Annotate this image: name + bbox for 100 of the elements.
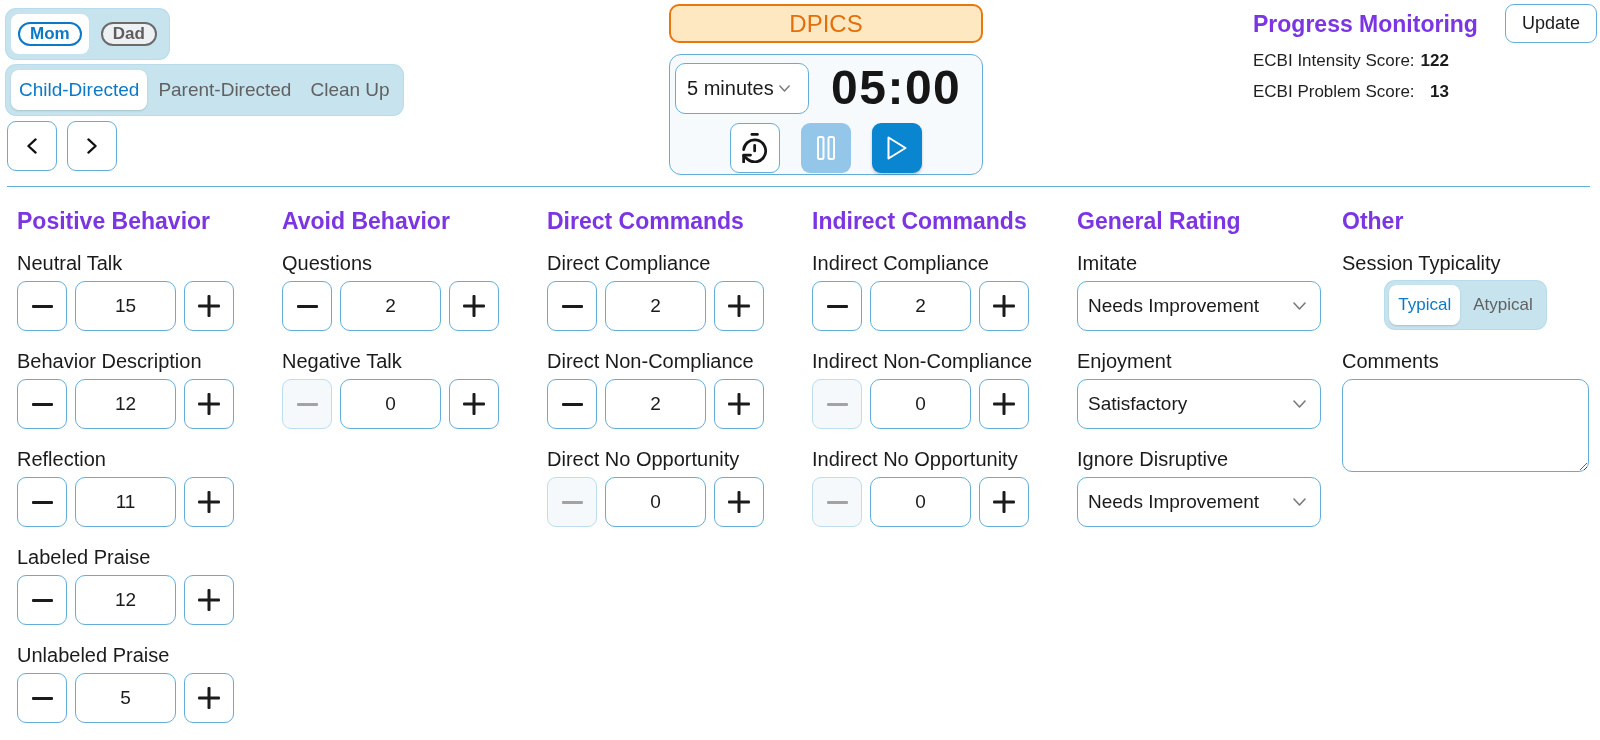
previous-button[interactable]: [7, 121, 57, 171]
next-button[interactable]: [67, 121, 117, 171]
duration-select[interactable]: 5 minutes: [675, 62, 809, 114]
field-label: Reflection: [17, 447, 106, 471]
field-label: Enjoyment: [1077, 349, 1172, 373]
pause-icon: [817, 136, 835, 160]
increment-button[interactable]: [449, 379, 499, 429]
field-label: Direct Compliance: [547, 251, 711, 275]
decrement-button[interactable]: [17, 575, 67, 625]
minus-icon: [296, 304, 318, 308]
score-label: ECBI Problem Score:: [1253, 81, 1415, 103]
typicality-option[interactable]: Atypical: [1464, 285, 1542, 325]
decrement-button[interactable]: [812, 281, 862, 331]
increment-button[interactable]: [184, 379, 234, 429]
count-field[interactable]: 0: [605, 477, 706, 527]
section-heading: Direct Commands: [547, 207, 744, 235]
decrement-button[interactable]: [17, 281, 67, 331]
score-value: 13: [1429, 81, 1449, 103]
decrement-button[interactable]: [17, 379, 67, 429]
typicality-option[interactable]: Typical: [1389, 285, 1461, 325]
field-label: Questions: [282, 251, 373, 275]
plus-icon: [463, 393, 485, 415]
field-label: Imitate: [1077, 251, 1138, 275]
field-label: Negative Talk: [282, 349, 402, 373]
chevron-down-icon: [1293, 498, 1306, 506]
count-field[interactable]: 15: [75, 281, 176, 331]
section-heading: Progress Monitoring: [1253, 9, 1478, 38]
increment-button[interactable]: [714, 477, 764, 527]
rating-select[interactable]: Needs Improvement: [1077, 477, 1321, 527]
field-label: Direct No Opportunity: [547, 447, 740, 471]
field-label: Behavior Description: [17, 349, 202, 373]
parent-tab[interactable]: Mom: [11, 14, 89, 54]
count-field[interactable]: 0: [340, 379, 441, 429]
increment-button[interactable]: [184, 477, 234, 527]
chevron-right-icon: [87, 138, 97, 154]
field-label: Ignore Disruptive: [1077, 447, 1229, 471]
increment-button[interactable]: [714, 379, 764, 429]
play-button[interactable]: [872, 123, 922, 173]
plus-icon: [728, 491, 750, 513]
plus-icon: [198, 491, 220, 513]
increment-button[interactable]: [979, 281, 1029, 331]
field-label: Direct Non-Compliance: [547, 349, 754, 373]
count-field[interactable]: 12: [75, 379, 176, 429]
count-field[interactable]: 5: [75, 673, 176, 723]
play-icon: [887, 136, 907, 160]
increment-button[interactable]: [714, 281, 764, 331]
decrement-button[interactable]: [282, 281, 332, 331]
minus-icon: [31, 696, 53, 700]
update-button[interactable]: Update: [1504, 4, 1597, 43]
count-field[interactable]: 2: [340, 281, 441, 331]
field-label: Indirect Non-Compliance: [812, 349, 1033, 373]
decrement-button[interactable]: [547, 281, 597, 331]
mode-tab[interactable]: Parent-Directed: [150, 70, 300, 110]
section-heading: Positive Behavior: [17, 207, 211, 235]
minus-icon: [826, 500, 848, 504]
score-label: ECBI Intensity Score:: [1253, 50, 1415, 72]
section-heading: Indirect Commands: [812, 207, 1027, 235]
increment-button[interactable]: [449, 281, 499, 331]
rating-select[interactable]: Needs Improvement: [1077, 281, 1321, 331]
plus-icon: [198, 295, 220, 317]
minus-icon: [826, 304, 848, 308]
plus-icon: [463, 295, 485, 317]
count-field[interactable]: 0: [870, 477, 971, 527]
comments-field[interactable]: [1342, 379, 1589, 472]
plus-icon: [728, 393, 750, 415]
field-label: Indirect No Opportunity: [812, 447, 1018, 471]
increment-button[interactable]: [979, 379, 1029, 429]
minus-icon: [31, 402, 53, 406]
section-heading: Other: [1342, 207, 1404, 235]
count-field[interactable]: 2: [605, 281, 706, 331]
decrement-button[interactable]: [17, 477, 67, 527]
minus-icon: [561, 402, 583, 406]
minus-icon: [561, 500, 583, 504]
increment-button[interactable]: [979, 477, 1029, 527]
chevron-left-icon: [27, 138, 37, 154]
count-field[interactable]: 12: [75, 575, 176, 625]
count-field[interactable]: 11: [75, 477, 176, 527]
parent-tab[interactable]: Dad: [93, 14, 164, 54]
count-field[interactable]: 2: [870, 281, 971, 331]
field-label: Comments: [1342, 349, 1439, 373]
mode-tab[interactable]: Clean Up: [302, 70, 398, 110]
section-heading: Avoid Behavior: [282, 207, 450, 235]
increment-button[interactable]: [184, 281, 234, 331]
timer-display: 05:00: [831, 60, 962, 116]
decrement-button[interactable]: [17, 673, 67, 723]
increment-button[interactable]: [184, 673, 234, 723]
rating-select[interactable]: Satisfactory: [1077, 379, 1321, 429]
plus-icon: [993, 491, 1015, 513]
increment-button[interactable]: [184, 575, 234, 625]
mode-tab[interactable]: Child-Directed: [11, 70, 148, 110]
count-field[interactable]: 2: [605, 379, 706, 429]
minus-icon: [31, 304, 53, 308]
section-heading: General Rating: [1077, 207, 1241, 235]
plus-icon: [993, 295, 1015, 317]
plus-icon: [198, 589, 220, 611]
chevron-down-icon: [778, 84, 790, 92]
decrement-button[interactable]: [547, 379, 597, 429]
count-field[interactable]: 0: [870, 379, 971, 429]
reset-timer-button[interactable]: [730, 123, 780, 173]
plus-icon: [728, 295, 750, 317]
